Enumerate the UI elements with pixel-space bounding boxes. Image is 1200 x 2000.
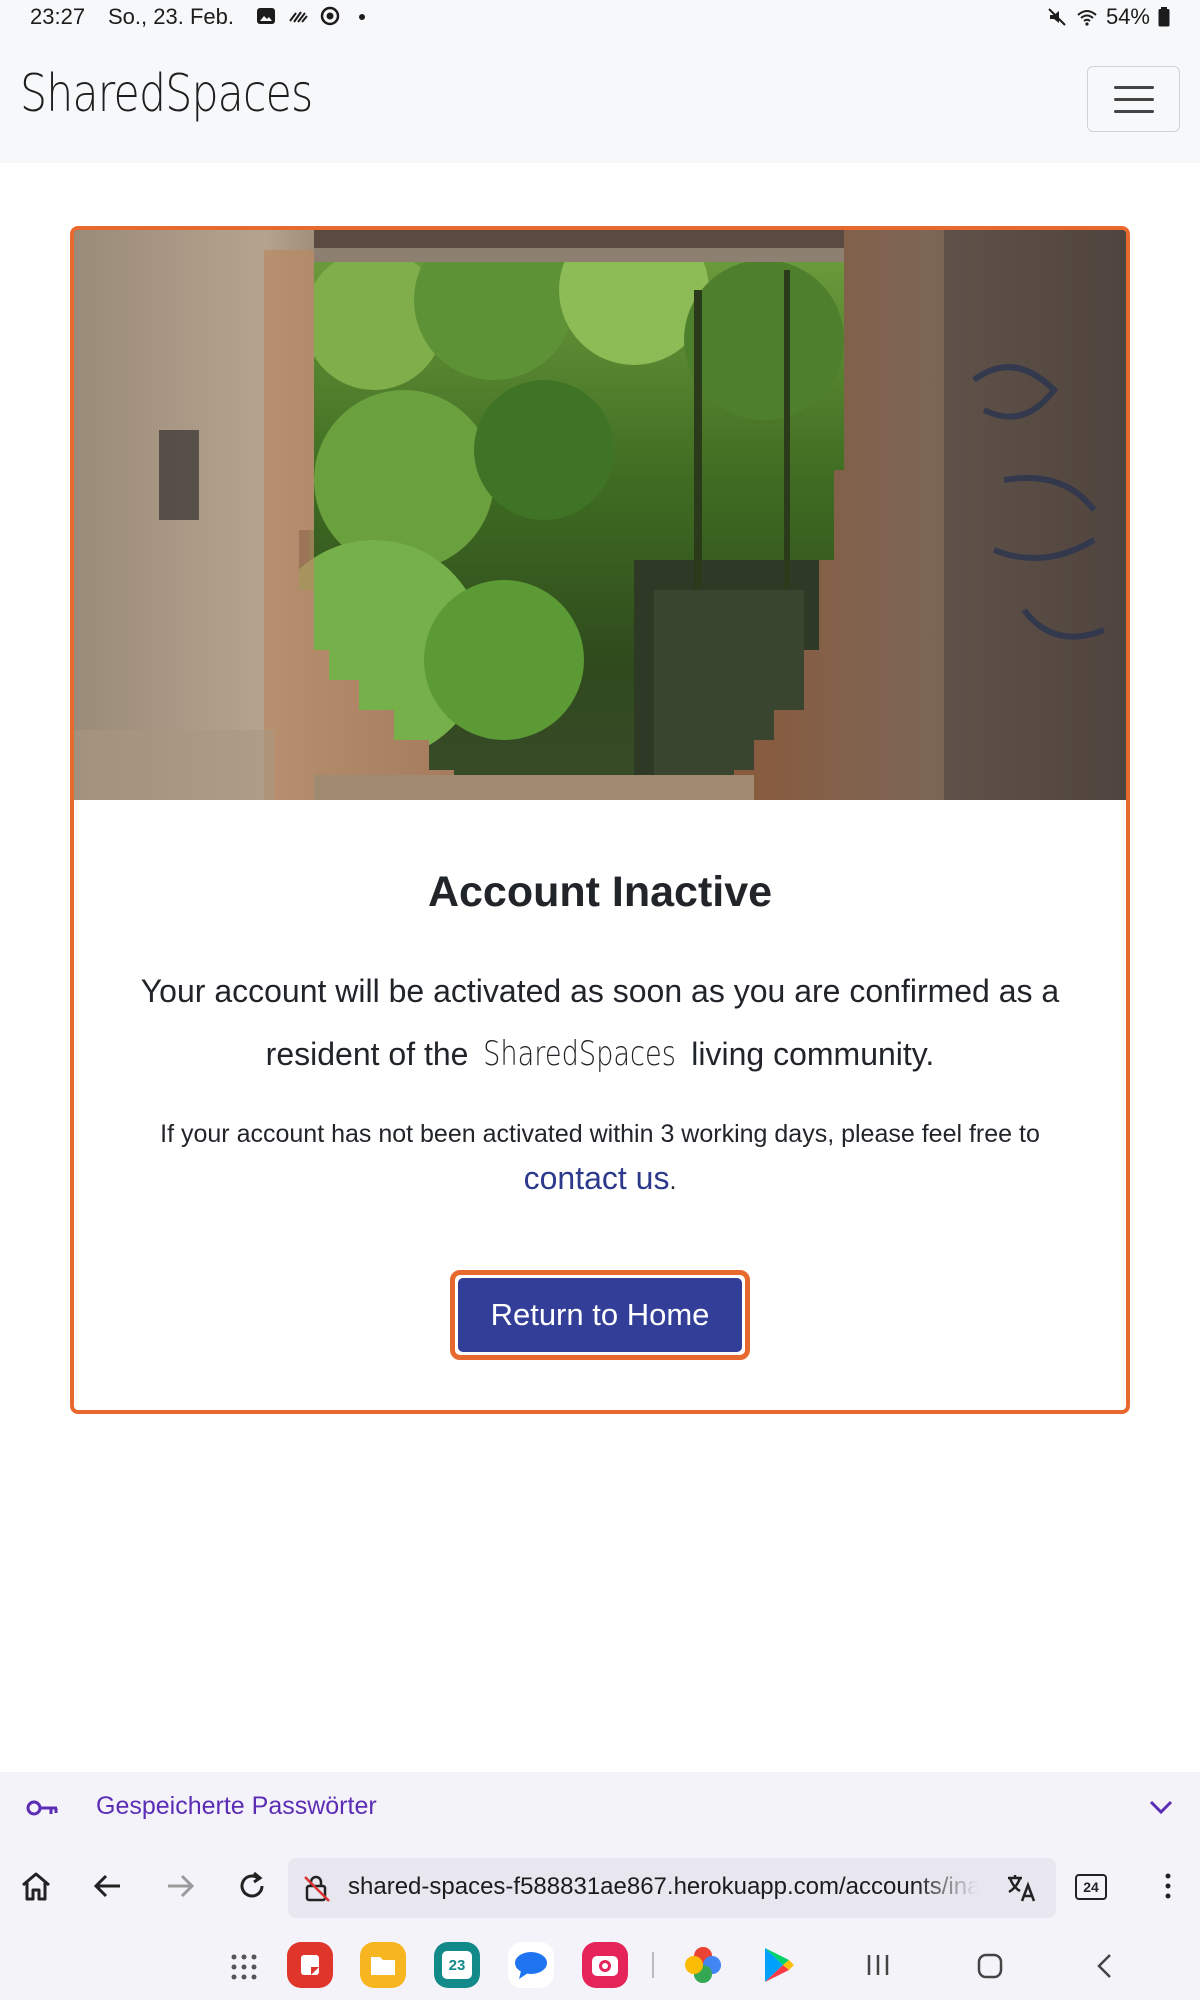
more-options-icon[interactable]	[1148, 1866, 1188, 1906]
saved-passwords-bar[interactable]: Gespeicherte Passwörter	[0, 1772, 1200, 1846]
card-title: Account Inactive	[427, 868, 773, 916]
tabs-count-button[interactable]: 24	[1075, 1874, 1107, 1900]
calendar-app-icon[interactable]: 23	[434, 1942, 480, 1988]
chevron-down-icon[interactable]	[1148, 1798, 1174, 1816]
app-drawer-icon[interactable]	[230, 1953, 258, 1986]
lead-text-after: living community.	[682, 1036, 935, 1072]
ruined-wall-forest-image	[74, 230, 1126, 800]
card-note-text: If your account has not been activated w…	[114, 1112, 1086, 1203]
camera-app-icon[interactable]	[582, 1942, 628, 1988]
note-period: .	[669, 1167, 677, 1195]
status-bar: 23:27 So., 23. Feb. 54%	[0, 0, 1200, 36]
mute-icon	[1048, 8, 1066, 26]
hamburger-icon-line	[1113, 109, 1154, 113]
back-nav-icon[interactable]	[1094, 1952, 1116, 1985]
contact-us-link[interactable]: contact us	[524, 1160, 670, 1196]
menu-toggle-button[interactable]	[1087, 66, 1180, 132]
url-text[interactable]: shared-spaces-f588831ae867.herokuapp.com…	[348, 1873, 978, 1901]
recent-apps-icon[interactable]	[865, 1952, 891, 1983]
status-date: So., 23. Feb.	[108, 4, 234, 29]
status-system-icons: 54%	[1046, 4, 1170, 30]
insecure-lock-icon	[304, 1875, 330, 1902]
inline-brand: SharedSpaces	[483, 1034, 677, 1074]
browser-toolbar: shared-spaces-f588831ae867.herokuapp.com…	[0, 1846, 1200, 1928]
notes-app-icon[interactable]	[287, 1942, 333, 1988]
home-icon[interactable]	[16, 1866, 56, 1906]
sync-icon	[320, 6, 340, 26]
battery-percent: 54%	[1105, 4, 1150, 29]
dot-icon	[359, 14, 365, 20]
navbar: SharedSpaces	[0, 36, 1200, 163]
messages-app-icon[interactable]	[508, 1942, 554, 1988]
battery-icon	[1158, 7, 1170, 27]
play-store-app-icon[interactable]	[755, 1942, 801, 1988]
files-app-icon[interactable]	[360, 1942, 406, 1988]
saved-passwords-label: Gespeicherte Passwörter	[96, 1792, 377, 1820]
reload-icon[interactable]	[232, 1866, 272, 1906]
photos-app-icon[interactable]	[680, 1942, 726, 1988]
wifi-icon	[1077, 10, 1097, 26]
system-dock: 23	[0, 1928, 1200, 2000]
address-bar[interactable]: shared-spaces-f588831ae867.herokuapp.com…	[288, 1858, 1056, 1918]
gallery-icon	[257, 8, 275, 24]
status-notification-icons	[255, 5, 373, 27]
status-time: 23:27	[30, 4, 86, 29]
card-image	[74, 230, 1126, 800]
translate-icon[interactable]	[1006, 1873, 1038, 1903]
brand-logo[interactable]: SharedSpaces	[20, 64, 313, 124]
card-lead-text: Your account will be activated as soon a…	[114, 960, 1086, 1086]
back-arrow-icon[interactable]	[88, 1866, 128, 1906]
note-text: If your account has not been activated w…	[160, 1120, 1040, 1148]
calendar-day: 23	[442, 1951, 472, 1979]
home-nav-icon[interactable]	[976, 1952, 1004, 1985]
activity-icon	[289, 11, 308, 23]
dock-divider	[652, 1952, 654, 1978]
key-icon	[26, 1800, 58, 1816]
return-home-button[interactable]: Return to Home	[450, 1270, 750, 1360]
return-home-button-label: Return to Home	[458, 1278, 742, 1352]
account-inactive-card: Account Inactive Your account will be ac…	[70, 226, 1130, 1414]
forward-arrow-icon[interactable]	[160, 1866, 200, 1906]
hamburger-icon-line	[1113, 85, 1154, 89]
hamburger-icon-line	[1113, 97, 1154, 101]
